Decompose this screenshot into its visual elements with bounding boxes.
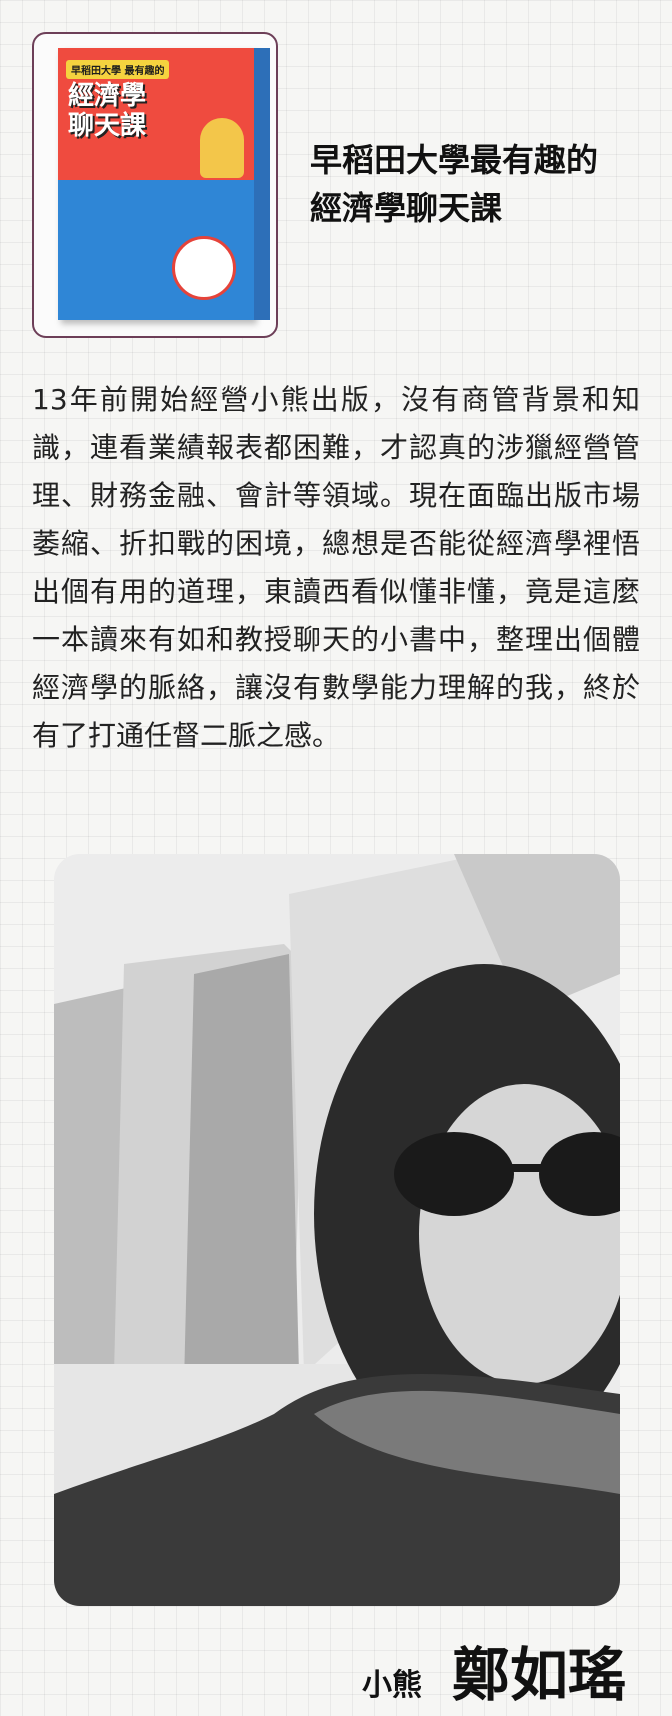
book-title-line2: 經濟學聊天課 [310,189,503,227]
cover-tag: 早稻田大學 最有趣的 [66,60,170,79]
cover-illustration [200,118,244,178]
portrait-illustration [54,854,620,1606]
book-title: 早稻田大學最有趣的 經濟學聊天課 [310,136,650,232]
book-spine [254,48,270,320]
byline-role: 小熊 [361,1668,422,1703]
cover-title: 經濟學聊天課 [68,81,147,141]
review-text: 13年前開始經營小熊出版，沒有商管背景和知識，連看業績報表都困難，才認真的涉獵經… [32,383,640,752]
book-cover-frame: 早稻田大學 最有趣的 經濟學聊天課 [32,32,278,338]
cover-seal [172,236,236,300]
portrait-photo [54,854,620,1606]
book-title-line1: 早稻田大學最有趣的 [310,141,599,179]
book-cover-image: 早稻田大學 最有趣的 經濟學聊天課 [58,48,254,320]
byline: 小熊 鄭如瑤 [362,1628,626,1709]
byline-name: 鄭如瑤 [451,1641,626,1709]
